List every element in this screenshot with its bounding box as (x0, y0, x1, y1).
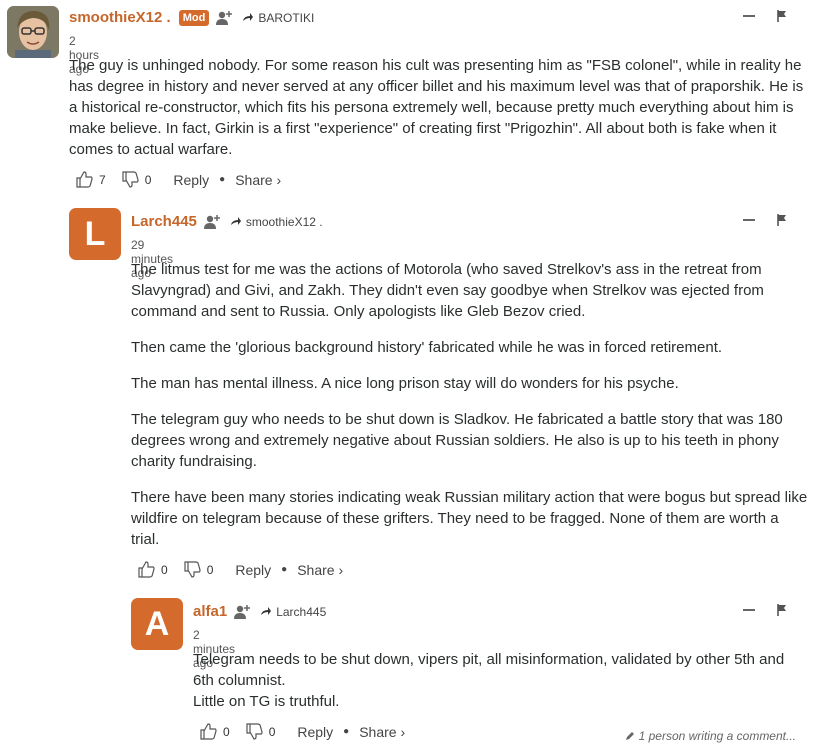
author-name[interactable]: alfa1 (193, 603, 227, 620)
reply-arrow-icon (261, 607, 272, 615)
upvote-button[interactable]: 0 (200, 723, 230, 740)
comment-header: smoothieX12 . Mod BAROTIKI (69, 9, 314, 26)
upvote-count: 0 (161, 562, 168, 577)
reply-to-name: smoothieX12 . (245, 214, 323, 229)
reply-to-link[interactable]: smoothieX12 . (230, 215, 323, 229)
share-button[interactable]: Share › (235, 172, 281, 188)
downvote-count: 0 (144, 172, 152, 187)
upvote-button[interactable]: 0 (138, 561, 168, 578)
downvote-button[interactable]: 0 (246, 723, 276, 740)
thumbs-down-icon (122, 171, 139, 188)
thumbs-up-icon (200, 723, 217, 740)
downvote-count: 0 (206, 562, 214, 577)
comment-paragraph: Then came the 'glorious background histo… (131, 339, 723, 356)
author-name[interactable]: smoothieX12 . (69, 9, 171, 26)
comment-paragraph: The man has mental illness. A nice long … (131, 375, 679, 392)
collapse-icon[interactable] (743, 15, 755, 17)
collapse-icon[interactable] (743, 609, 755, 611)
comment-header: Larch445 smoothieX12 . (131, 213, 323, 230)
author-name[interactable]: Larch445 (131, 213, 197, 230)
comment-line: Telegram needs to be shut down, vipers p… (193, 651, 785, 689)
comment-actions: 0 0 Reply ● Share › (138, 561, 343, 578)
comment-body: Telegram needs to be shut down, vipers p… (193, 649, 809, 712)
collapse-icon[interactable] (743, 219, 755, 221)
follow-user-icon[interactable] (216, 10, 234, 26)
reply-button[interactable]: Reply (235, 562, 271, 578)
comment-menu (743, 604, 787, 616)
pencil-icon (625, 732, 634, 740)
follow-user-icon[interactable] (203, 214, 222, 230)
avatar[interactable] (7, 6, 59, 58)
reply-button[interactable]: Reply (297, 724, 333, 740)
typing-indicator-text: 1 person writing a comment... (638, 729, 796, 743)
flag-icon[interactable] (777, 10, 787, 22)
share-button[interactable]: Share › (297, 562, 343, 578)
comment-paragraph: The guy is unhinged nobody. For some rea… (69, 57, 804, 158)
thumbs-down-icon (246, 723, 263, 740)
comment-paragraph: The telegram guy who needs to be shut do… (131, 411, 783, 470)
share-button[interactable]: Share › (359, 724, 405, 740)
typing-indicator: 1 person writing a comment... (625, 729, 796, 743)
thumbs-down-icon (184, 561, 201, 578)
reply-arrow-icon (230, 217, 241, 225)
comment-paragraph: The litmus test for me was the actions o… (131, 261, 764, 320)
avatar[interactable]: L (69, 208, 121, 260)
downvote-count: 0 (268, 724, 276, 739)
comment-menu (743, 214, 787, 226)
comment-menu (743, 10, 787, 22)
comment-actions: 7 0 Reply ● Share › (76, 171, 281, 188)
upvote-count: 0 (223, 724, 230, 739)
thumbs-up-icon (138, 561, 155, 578)
separator-dot: ● (219, 174, 226, 185)
comment-header: alfa1 Larch445 (193, 603, 326, 620)
separator-dot: ● (281, 564, 288, 575)
comment-paragraph: There have been many stories indicating … (131, 489, 808, 548)
reply-to-link[interactable]: Larch445 (260, 605, 326, 619)
reply-to-link[interactable]: BAROTIKI (242, 11, 314, 25)
reply-to-name: Larch445 (276, 604, 327, 619)
avatar-photo (7, 6, 59, 58)
flag-icon[interactable] (777, 214, 787, 226)
downvote-button[interactable]: 0 (122, 171, 152, 188)
follow-user-icon[interactable] (234, 604, 252, 620)
comment-actions: 0 0 Reply ● Share › (200, 723, 405, 740)
flag-icon[interactable] (777, 604, 787, 616)
downvote-button[interactable]: 0 (184, 561, 214, 578)
comment-body: The guy is unhinged nobody. For some rea… (69, 55, 809, 160)
comment-body: The litmus test for me was the actions o… (131, 259, 809, 550)
upvote-count: 7 (99, 172, 106, 187)
reply-arrow-icon (243, 13, 254, 21)
thumbs-up-icon (76, 171, 93, 188)
mod-badge: Mod (178, 9, 210, 26)
reply-button[interactable]: Reply (173, 172, 209, 188)
upvote-button[interactable]: 7 (76, 171, 106, 188)
comment-line: Little on TG is truthful. (193, 693, 340, 710)
separator-dot: ● (343, 726, 350, 737)
avatar[interactable]: A (131, 598, 183, 650)
reply-to-name: BAROTIKI (258, 10, 315, 25)
